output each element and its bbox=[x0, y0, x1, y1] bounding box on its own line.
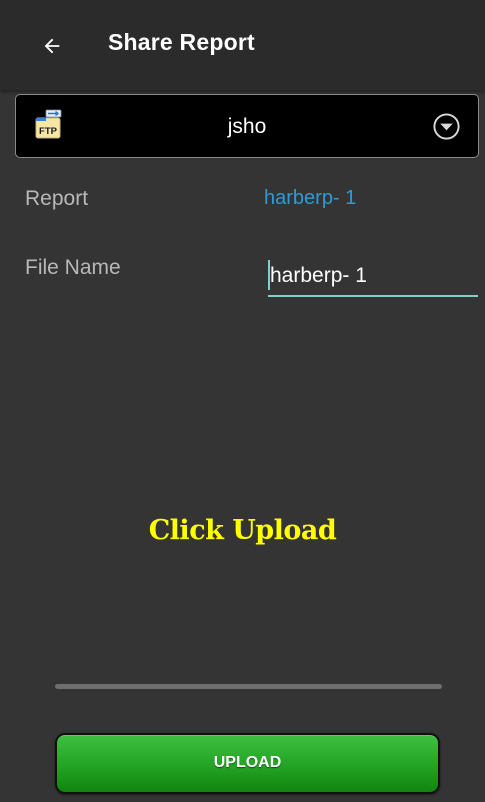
share-report-screen: Share Report FTP jsho Report harberp- 1 … bbox=[0, 0, 485, 802]
destination-value: jsho bbox=[227, 115, 267, 138]
toolbar: Share Report bbox=[0, 0, 485, 90]
back-button[interactable] bbox=[34, 28, 70, 64]
text-cursor bbox=[268, 260, 270, 290]
upload-button[interactable]: UPLOAD bbox=[55, 733, 440, 794]
upload-hint: Click Upload bbox=[148, 515, 337, 546]
file-name-label: File Name bbox=[25, 256, 121, 279]
page-title: Share Report bbox=[108, 29, 255, 55]
destination-dropdown[interactable]: FTP jsho bbox=[15, 94, 479, 158]
arrow-left-icon bbox=[44, 38, 60, 54]
upload-progress-bar bbox=[55, 684, 442, 689]
chevron-down-circle-icon bbox=[433, 113, 460, 140]
report-value: harberp- 1 bbox=[264, 187, 357, 209]
file-name-input[interactable] bbox=[268, 255, 478, 297]
report-label: Report bbox=[25, 187, 89, 210]
